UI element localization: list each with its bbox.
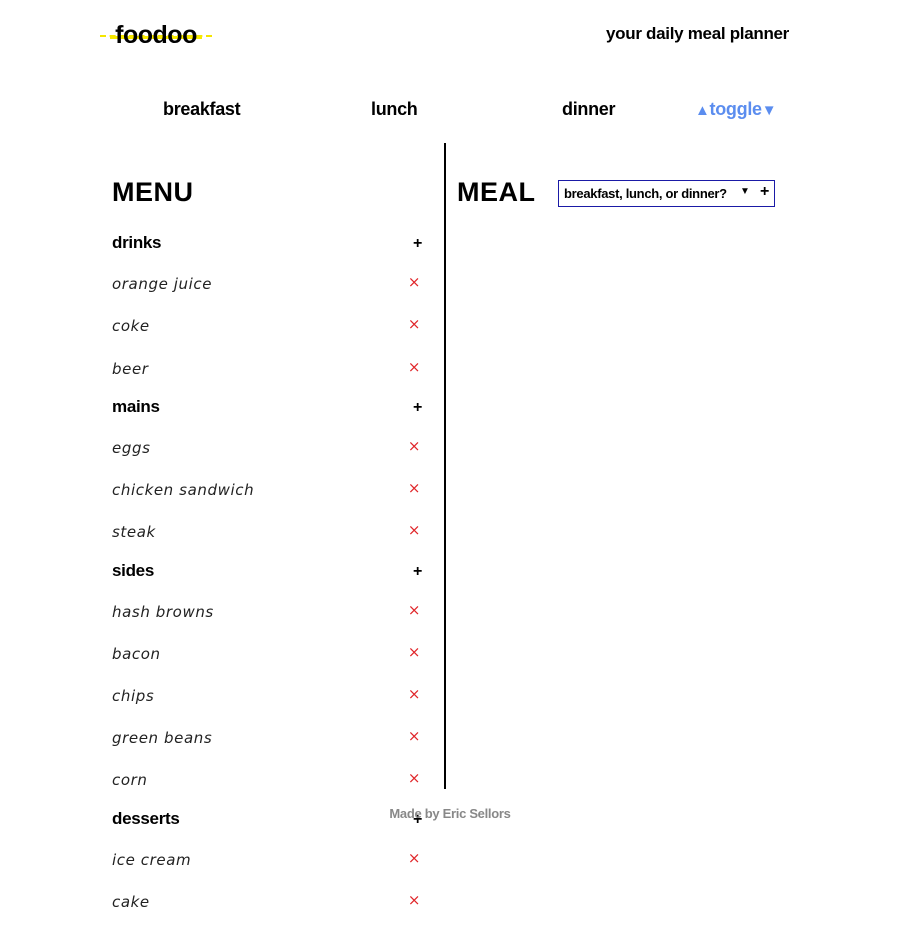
triangle-up-icon: ▲ <box>695 102 710 119</box>
footer-credit: Made by Eric Sellors <box>389 806 511 821</box>
menu-item-label: ice cream <box>112 850 192 869</box>
menu-item-label: corn <box>112 771 148 790</box>
menu-item-label: chicken sandwich <box>112 481 255 500</box>
meal-select-value: breakfast, lunch, or dinner? <box>564 186 727 201</box>
add-item-button[interactable]: + <box>413 235 422 253</box>
add-item-button[interactable]: + <box>413 399 422 417</box>
menu-item[interactable]: green beans × <box>112 719 422 761</box>
remove-icon[interactable]: × <box>408 437 421 455</box>
menu-item-label: steak <box>112 523 156 542</box>
menu-item-label: eggs <box>112 438 151 457</box>
remove-icon[interactable]: × <box>408 685 421 703</box>
remove-icon[interactable]: × <box>408 273 421 291</box>
meal-select[interactable]: breakfast, lunch, or dinner? ▼ + <box>558 180 775 207</box>
menu-item[interactable]: hash browns × <box>112 593 422 635</box>
remove-icon[interactable]: × <box>408 358 421 376</box>
remove-icon[interactable]: × <box>408 479 421 497</box>
remove-icon[interactable]: × <box>408 891 421 909</box>
menu-item[interactable]: corn × <box>112 761 422 803</box>
nav-breakfast[interactable]: breakfast <box>163 99 241 120</box>
menu-item[interactable]: cake × <box>112 883 422 925</box>
remove-icon[interactable]: × <box>408 727 421 745</box>
menu-item-label: green beans <box>112 729 213 748</box>
menu-item-label: beer <box>112 359 149 378</box>
menu-category: sides + <box>112 556 422 593</box>
menu-item[interactable]: ice cream × <box>112 841 422 883</box>
menu-item[interactable]: eggs × <box>112 429 422 471</box>
add-item-button[interactable]: + <box>413 563 422 581</box>
nav-dinner[interactable]: dinner <box>562 99 616 120</box>
toggle-label: toggle <box>709 99 763 119</box>
toggle-button[interactable]: ▲toggle▼ <box>695 99 777 120</box>
remove-icon[interactable]: × <box>408 849 421 867</box>
remove-icon[interactable]: × <box>408 601 421 619</box>
remove-icon[interactable]: × <box>408 769 421 787</box>
menu-item[interactable]: orange juice × <box>112 265 422 307</box>
menu-item-label: coke <box>112 317 150 336</box>
logo[interactable]: foodoo <box>100 18 212 52</box>
tagline: your daily meal planner <box>606 24 789 43</box>
menu-title: MENU <box>112 177 194 207</box>
menu-item[interactable]: coke × <box>112 307 422 349</box>
logo-text: foodoo <box>115 20 197 49</box>
menu-category: mains + <box>112 392 422 429</box>
triangle-down-icon: ▼ <box>761 102 777 119</box>
menu-category-label: mains <box>112 396 160 416</box>
nav-lunch[interactable]: lunch <box>371 99 418 120</box>
column-divider <box>444 143 446 789</box>
menu-item-label: orange juice <box>112 275 213 294</box>
menu-item-label: chips <box>112 687 155 706</box>
menu-item-label: bacon <box>112 644 161 663</box>
menu-item[interactable]: chips × <box>112 677 422 719</box>
caret-down-icon: ▼ <box>740 186 750 197</box>
remove-icon[interactable]: × <box>408 643 421 661</box>
add-meal-button[interactable]: + <box>760 183 769 201</box>
menu-item[interactable]: bacon × <box>112 635 422 677</box>
remove-icon[interactable]: × <box>408 521 421 539</box>
menu-item[interactable]: chicken sandwich × <box>112 471 422 513</box>
menu-category-label: drinks <box>112 233 162 252</box>
meal-title: MEAL <box>457 177 536 207</box>
remove-icon[interactable]: × <box>408 315 421 333</box>
menu-item[interactable]: steak × <box>112 513 422 555</box>
menu-item-label: cake <box>112 893 150 911</box>
menu-category-label: sides <box>112 560 154 580</box>
menu-item-label: hash browns <box>112 602 214 621</box>
menu-item[interactable]: beer × <box>112 350 422 392</box>
menu-category: drinks + <box>112 228 422 265</box>
